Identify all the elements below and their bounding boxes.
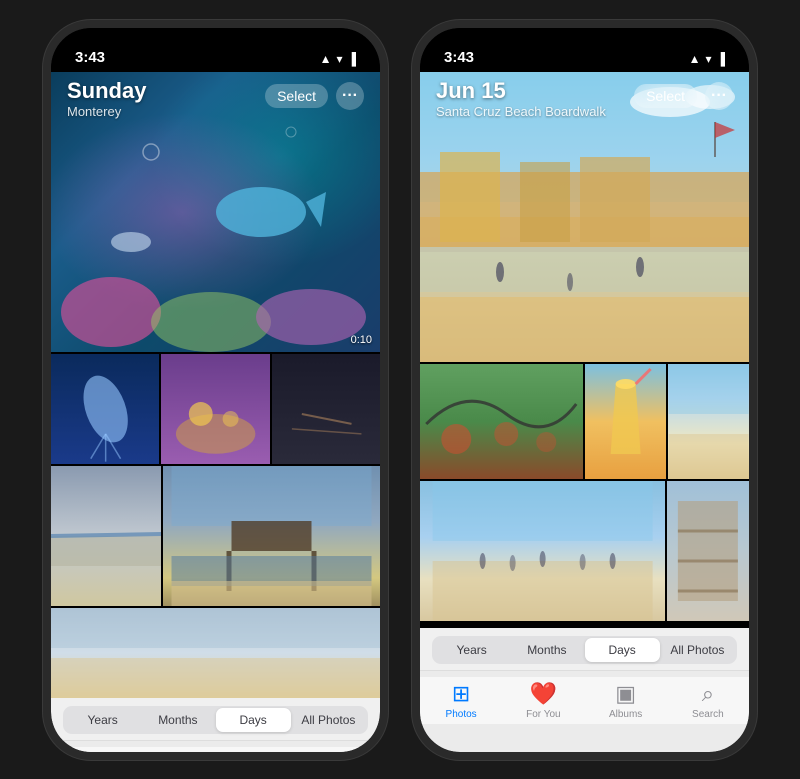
segment-days-right[interactable]: Days (585, 638, 660, 662)
photo-header-right: Jun 15 Santa Cruz Beach Boardwalk Select… (420, 72, 749, 123)
select-button-right[interactable]: Select (634, 84, 697, 108)
tab-photos-left[interactable]: ⊞ Photos (62, 751, 122, 752)
tab-photos-right[interactable]: ⊞ Photos (431, 681, 491, 720)
photo-grid-left: 0:10 (51, 72, 380, 698)
segment-area-left: Years Months Days All Photos (51, 698, 380, 740)
status-icons-left: ▲ ▾ ▐ (320, 52, 356, 66)
battery-icon-right: ▐ (716, 52, 725, 66)
segment-years-right[interactable]: Years (434, 638, 509, 662)
segment-control-left: Years Months Days All Photos (63, 706, 368, 734)
phone-right: 3:43 ▲ ▾ ▐ Jun 15 Santa Cruz Beach Board… (412, 20, 757, 760)
notch-right (515, 28, 655, 56)
tab-for-you-right[interactable]: ❤️ For You (513, 681, 573, 720)
for-you-icon-right: ❤️ (530, 681, 557, 707)
signal-icon-left: ▲ (320, 52, 332, 66)
photo-grid-right (420, 72, 749, 628)
header-buttons-right: Select ··· (634, 82, 733, 110)
segment-years-left[interactable]: Years (65, 708, 140, 732)
more-button-left[interactable]: ··· (336, 82, 364, 110)
status-icons-right: ▲ ▾ ▐ (689, 52, 725, 66)
tab-bar-left: ⊞ Photos ❤️ For You ▣ Albums ⌕ Search (51, 740, 380, 752)
segment-all-photos-left[interactable]: All Photos (291, 708, 366, 732)
tab-bar-nav-left: ⊞ Photos ❤️ For You ▣ Albums ⌕ Search (51, 747, 380, 752)
header-location-right: Santa Cruz Beach Boardwalk (436, 104, 606, 119)
grid-photo-pier[interactable] (163, 466, 380, 606)
header-title-right: Jun 15 Santa Cruz Beach Boardwalk (436, 78, 606, 119)
grid-photo-sandy-wide[interactable] (51, 608, 380, 698)
search-icon-left: ⌕ (333, 751, 345, 752)
grid-photo-beach-side[interactable] (668, 364, 749, 479)
segment-area-right: Years Months Days All Photos (420, 628, 749, 670)
segment-control-right: Years Months Days All Photos (432, 636, 737, 664)
tab-bar-nav-right: ⊞ Photos ❤️ For You ▣ Albums ⌕ Search (420, 677, 749, 724)
more-button-right[interactable]: ··· (705, 82, 733, 110)
tab-photos-label-right: Photos (446, 709, 477, 720)
photos-icon-right: ⊞ (452, 681, 470, 707)
grid-photo-dark-water[interactable] (272, 354, 380, 464)
segment-months-right[interactable]: Months (509, 638, 584, 662)
grid-row-2-right (420, 481, 749, 621)
grid-row-1-left (51, 354, 380, 464)
search-icon-right: ⌕ (702, 681, 714, 707)
tab-for-you-left[interactable]: ❤️ For You (144, 751, 204, 752)
grid-row-2-left (51, 466, 380, 606)
status-time-right: 3:43 (444, 49, 474, 66)
wifi-icon-left: ▾ (336, 52, 342, 66)
segment-all-photos-right[interactable]: All Photos (660, 638, 735, 662)
grid-row-1-right (420, 364, 749, 479)
grid-photo-drink[interactable] (585, 364, 666, 479)
albums-icon-right: ▣ (615, 681, 636, 707)
tab-albums-left[interactable]: ▣ Albums (227, 751, 287, 752)
grid-photo-amusement[interactable] (420, 364, 583, 479)
tab-albums-label-right: Albums (609, 709, 642, 720)
segment-months-left[interactable]: Months (140, 708, 215, 732)
header-day-left: Sunday (67, 78, 146, 104)
signal-icon-right: ▲ (689, 52, 701, 66)
grid-photo-squid[interactable] (51, 354, 159, 464)
for-you-icon-left: ❤️ (161, 751, 188, 752)
header-title-left: Sunday Monterey (67, 78, 146, 119)
segment-days-left[interactable]: Days (216, 708, 291, 732)
grid-photo-beach-crowded[interactable] (420, 481, 665, 621)
tab-search-label-right: Search (692, 709, 724, 720)
battery-icon-left: ▐ (347, 52, 356, 66)
grid-photo-gray-beach[interactable] (51, 466, 161, 606)
photo-header-left: Sunday Monterey Select ··· (51, 72, 380, 123)
wifi-icon-right: ▾ (705, 52, 711, 66)
select-button-left[interactable]: Select (265, 84, 328, 108)
header-date-right: Jun 15 (436, 78, 606, 104)
grid-photo-structure[interactable] (667, 481, 749, 621)
video-duration-left: 0:10 (351, 334, 372, 346)
tab-bar-right: ⊞ Photos ❤️ For You ▣ Albums ⌕ Search (420, 670, 749, 752)
header-location-left: Monterey (67, 104, 146, 119)
header-buttons-left: Select ··· (265, 82, 364, 110)
phone-left: 3:43 ▲ ▾ ▐ Sunday Monterey Select ··· (43, 20, 388, 760)
photos-icon-left: ⊞ (83, 751, 101, 752)
notch (146, 28, 286, 56)
tab-search-left[interactable]: ⌕ Search (309, 751, 369, 752)
tab-search-right[interactable]: ⌕ Search (678, 681, 738, 720)
tab-albums-right[interactable]: ▣ Albums (596, 681, 656, 720)
grid-photo-purple-coral[interactable] (161, 354, 269, 464)
status-time-left: 3:43 (75, 49, 105, 66)
albums-icon-left: ▣ (246, 751, 267, 752)
tab-for-you-label-right: For You (526, 709, 560, 720)
